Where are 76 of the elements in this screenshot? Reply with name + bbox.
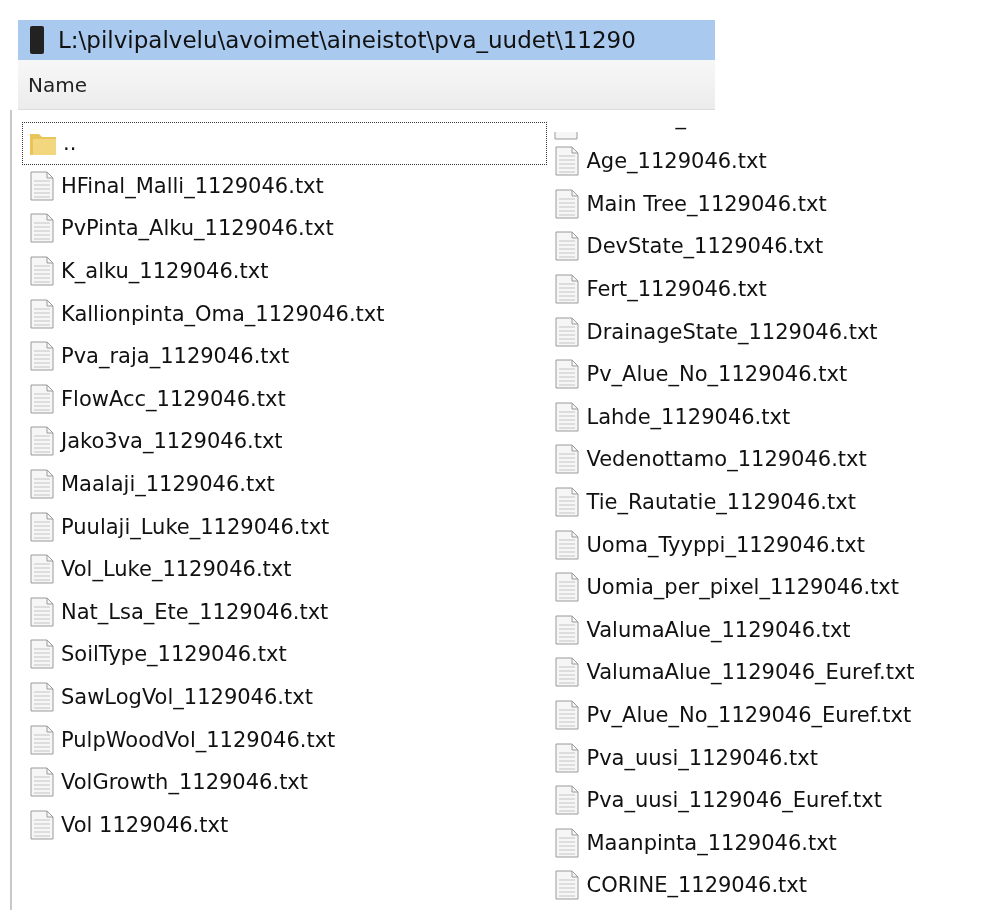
text-file-icon <box>554 529 581 560</box>
file-item[interactable]: Kallionpinta_Oma_1129046.txt <box>22 292 548 335</box>
text-file-icon <box>554 700 581 730</box>
text-file-icon <box>554 572 581 603</box>
text-file-icon <box>29 298 55 329</box>
text-file-icon <box>554 401 581 432</box>
file-item[interactable]: ValumaAlue_1129046_Euref.txt <box>547 651 1007 694</box>
file-item[interactable]: SoilType_1129046.txt <box>22 633 548 676</box>
text-file-icon <box>29 469 55 500</box>
text-file-icon <box>554 870 581 901</box>
text-file-icon <box>554 359 581 390</box>
file-item[interactable]: Pv_Alue_No_1129046_Euref.txt <box>547 693 1007 737</box>
app-icon <box>30 26 44 54</box>
file-item[interactable]: Pva_uusi_1129046.txt <box>547 736 1007 779</box>
text-file-icon <box>29 383 55 414</box>
file-item[interactable]: Vol 1129046.txt <box>22 803 548 847</box>
file-item[interactable]: Maanpinta_1129046.txt <box>547 821 1007 865</box>
text-file-icon <box>29 511 55 542</box>
file-item[interactable]: DrainageState_1129046.txt <box>547 310 1007 353</box>
file-item[interactable]: Jako3va_1129046.txt <box>22 420 548 463</box>
file-item[interactable]: K_alku_1129046.txt <box>22 249 548 293</box>
text-file-icon <box>554 742 581 773</box>
file-name: _ <box>675 110 686 128</box>
folder-item[interactable]: .. <box>22 122 548 165</box>
file-item[interactable]: CORINE_1129046.txt <box>547 864 1007 907</box>
text-file-icon <box>554 231 581 262</box>
file-item[interactable]: Maalaji_1129046.txt <box>22 462 548 506</box>
text-file-icon <box>29 767 55 798</box>
text-file-icon <box>29 256 55 287</box>
file-item[interactable]: ValumaAlue_1129046.txt <box>547 608 1007 652</box>
text-file-icon <box>554 146 581 177</box>
file-item[interactable]: HFinal_Malli_1129046.txt <box>22 164 548 208</box>
file-item[interactable]: Vol_Luke_1129046.txt <box>22 547 548 591</box>
text-file-icon <box>29 639 55 670</box>
text-file-icon <box>29 596 55 627</box>
file-item[interactable]: Age_1129046.txt <box>547 140 1007 183</box>
file-item[interactable]: Uoma_Tyyppi_1129046.txt <box>547 523 1007 566</box>
text-file-icon <box>554 444 581 475</box>
text-file-icon <box>29 213 55 244</box>
file-item[interactable]: _ <box>547 110 1007 140</box>
text-file-icon <box>554 785 581 816</box>
column-header-label: Name <box>28 72 87 97</box>
text-file-icon <box>29 682 55 712</box>
file-item[interactable]: SawLogVol_1129046.txt <box>22 675 548 719</box>
text-file-icon <box>29 341 55 372</box>
column-header[interactable]: Name <box>18 60 715 110</box>
file-item[interactable]: Uomia_per_pixel_1129046.txt <box>547 565 1007 609</box>
text-file-icon <box>554 487 581 518</box>
text-file-icon <box>554 316 581 347</box>
file-item[interactable]: Pva_raja_1129046.txt <box>22 334 548 378</box>
file-item[interactable]: FlowAcc_1129046.txt <box>22 377 548 421</box>
file-item[interactable]: Main Tree_1129046.txt <box>547 182 1007 226</box>
text-file-icon <box>29 170 55 201</box>
file-item[interactable]: DevState_1129046.txt <box>547 225 1007 268</box>
text-file-icon <box>554 188 581 219</box>
text-file-icon <box>29 809 55 840</box>
file-item[interactable]: Pva_uusi_1129046_Euref.txt <box>547 778 1007 822</box>
text-file-icon <box>29 426 55 457</box>
file-item[interactable]: VolGrowth_1129046.txt <box>22 760 548 804</box>
file-item[interactable]: Nat_Lsa_Ete_1129046.txt <box>22 590 548 634</box>
text-file-icon <box>554 827 581 858</box>
file-item[interactable]: Pv_Alue_No_1129046.txt <box>547 352 1007 396</box>
window-title: L:\pilvipalvelu\avoimet\aineistot\pva_uudet\11290 <box>58 27 636 53</box>
file-item[interactable]: Puulaji_Luke_1129046.txt <box>22 505 548 548</box>
file-item[interactable]: Lahde_1129046.txt <box>547 395 1007 439</box>
file-item[interactable]: Vedenottamo_1129046.txt <box>547 438 1007 481</box>
text-file-icon <box>554 657 581 688</box>
text-file-icon <box>554 614 581 645</box>
file-item[interactable]: PvPinta_Alku_1129046.txt <box>22 207 548 250</box>
text-file-icon <box>553 132 580 140</box>
file-item[interactable]: Tie_Rautatie_1129046.txt <box>547 480 1007 524</box>
file-item[interactable]: Fert_1129046.txt <box>547 267 1007 311</box>
file-item[interactable]: PulpWoodVol_1129046.txt <box>22 718 548 761</box>
text-file-icon <box>29 554 55 585</box>
text-file-icon <box>29 724 55 755</box>
text-file-icon <box>554 274 581 305</box>
